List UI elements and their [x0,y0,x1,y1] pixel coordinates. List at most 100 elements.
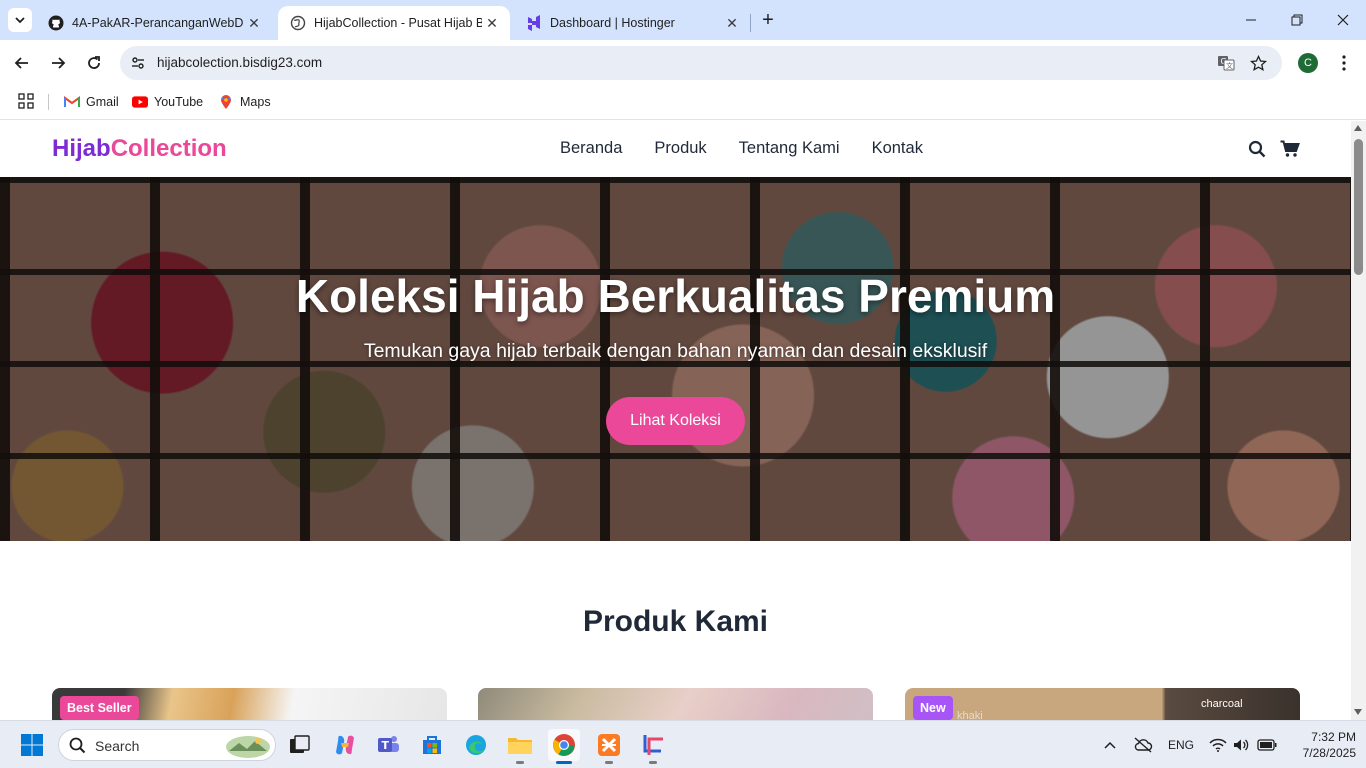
browser-tab-hijabcollection[interactable]: HijabCollection - Pusat Hijab Be ✕ [278,6,510,40]
bookmark-youtube[interactable]: YouTube [132,92,203,112]
search-icon[interactable] [1246,138,1268,160]
view-collection-button[interactable]: Lihat Koleksi [606,397,745,445]
address-bar[interactable]: hijabcolection.bisdig23.com G文 [120,46,1282,80]
battery-icon[interactable] [1256,735,1278,755]
task-view-icon[interactable] [284,729,316,761]
close-tab-icon[interactable]: ✕ [244,13,264,33]
logo-part-1: Hijab [52,135,111,162]
running-indicator [605,761,613,764]
taskbar-clock[interactable]: 7:32 PM 7/28/2025 [1290,729,1356,761]
browser-tab-hostinger[interactable]: Dashboard | Hostinger ✕ [514,6,750,40]
close-window-button[interactable] [1320,0,1366,40]
scroll-thumb[interactable] [1354,139,1363,275]
file-explorer-icon[interactable] [504,729,536,761]
product-card[interactable] [478,688,873,720]
taskbar-search-label: Search [95,738,140,754]
bookmark-label: Gmail [86,95,119,109]
hero-subtitle: Temukan gaya hijab terbaik dengan bahan … [363,340,988,362]
back-button[interactable] [10,51,34,75]
globe-icon [290,15,306,31]
translate-icon[interactable]: G文 [1216,53,1236,73]
active-indicator [556,761,572,764]
arrow-right-icon [52,57,66,69]
minimize-icon [1246,19,1256,21]
products-section-title: Produk Kami [582,605,769,638]
apps-grid-icon[interactable] [18,93,34,109]
reload-icon [88,56,100,69]
volume-icon[interactable] [1232,735,1250,755]
tab-search-button[interactable] [8,8,32,32]
browser-tab-strip: 4A-PakAR-PerancanganWebDa ✕ HijabCollect… [0,0,1366,40]
bookmark-label: YouTube [154,95,204,109]
cloud-offline-icon[interactable] [1132,735,1154,755]
close-tab-icon[interactable]: ✕ [482,13,502,33]
bookmark-gmail[interactable]: Gmail [64,92,119,112]
browser-tab-github[interactable]: 4A-PakAR-PerancanganWebDa ✕ [36,6,272,40]
product-badge: Best Seller [60,696,139,720]
close-tab-icon[interactable]: ✕ [722,13,742,33]
search-highlight-icon [226,736,270,758]
minimize-button[interactable] [1228,0,1274,40]
hostinger-icon [526,15,542,31]
bookmark-maps[interactable]: Maps [218,92,271,112]
youtube-icon [132,94,148,110]
scroll-up-arrow[interactable] [1354,125,1362,131]
close-icon [1337,14,1349,26]
product-color-label: charcoal [1201,698,1243,710]
restore-button[interactable] [1274,0,1320,40]
hero-title: Koleksi Hijab Berkualitas Premium [295,270,1056,322]
running-indicator [516,761,524,764]
running-indicator [649,761,657,764]
hero-banner: Koleksi Hijab Berkualitas Premium Temuka… [0,177,1351,541]
maps-icon [218,94,234,110]
github-icon [48,15,64,31]
browser-menu-button[interactable] [1334,52,1354,74]
chrome-icon[interactable] [548,729,580,761]
clock-time: 7:32 PM [1311,730,1356,744]
profile-avatar[interactable]: C [1298,53,1318,73]
nav-link-kontak[interactable]: Kontak [872,139,923,158]
cart-icon[interactable] [1279,138,1301,160]
page-scrollbar[interactable] [1351,121,1366,720]
teams-icon[interactable]: T [372,729,404,761]
taskbar-search[interactable]: Search [58,729,276,761]
xampp-icon[interactable] [593,729,625,761]
site-settings-icon[interactable] [128,53,148,73]
plus-icon: + [762,8,774,31]
forward-button[interactable] [46,51,70,75]
bookmark-star-icon[interactable] [1248,53,1268,73]
copilot-icon[interactable] [329,729,361,761]
url-text[interactable]: hijabcolection.bisdig23.com [157,55,322,70]
clock-date: 7/28/2025 [1302,746,1356,760]
product-card[interactable]: New khaki charcoal [905,688,1300,720]
arrow-left-icon [14,57,28,69]
bookmarks-bar: Gmail YouTube Maps [0,86,1366,120]
site-logo[interactable]: HijabCollection [52,135,227,163]
tab-separator [750,14,751,32]
nav-menu: Beranda Produk Tentang Kami Kontak [560,139,923,158]
tab-title: HijabCollection - Pusat Hijab Be [314,16,482,30]
bookmark-label: Maps [240,95,271,109]
nav-link-tentang-kami[interactable]: Tentang Kami [739,139,840,158]
new-tab-button[interactable]: + [757,9,779,31]
site-navbar: HijabCollection Beranda Produk Tentang K… [0,121,1351,177]
microsoft-store-icon[interactable] [416,729,448,761]
nav-link-produk[interactable]: Produk [654,139,706,158]
edge-icon[interactable] [460,729,492,761]
wifi-icon[interactable] [1208,735,1228,755]
reload-button[interactable] [82,51,106,75]
scroll-down-arrow[interactable] [1354,709,1362,715]
search-icon [69,737,86,754]
product-card[interactable]: Best Seller [52,688,447,720]
nav-link-beranda[interactable]: Beranda [560,139,622,158]
page-viewport: HijabCollection Beranda Produk Tentang K… [0,121,1351,720]
svg-text:文: 文 [1226,61,1233,70]
tab-title: Dashboard | Hostinger [550,16,675,30]
restore-icon [1291,14,1303,26]
show-hidden-icons[interactable] [1100,735,1120,755]
snipping-tool-icon[interactable] [637,729,669,761]
more-vert-icon [1342,55,1346,71]
language-indicator[interactable]: ENG [1164,735,1198,755]
svg-text:T: T [382,739,390,752]
windows-start-icon[interactable] [16,729,48,761]
